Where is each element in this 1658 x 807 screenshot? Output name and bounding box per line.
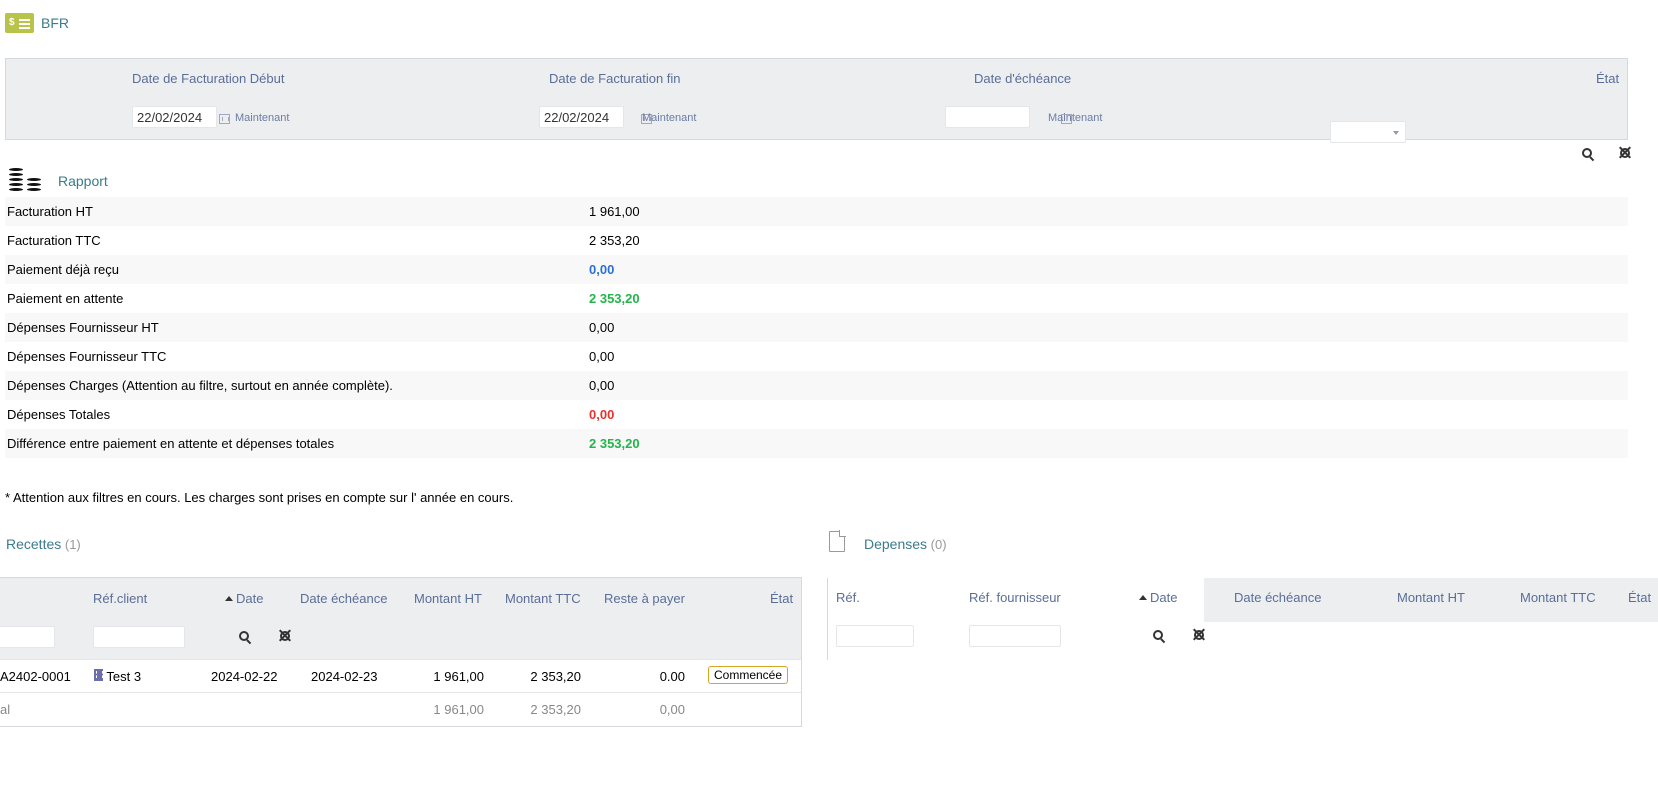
invoice-montant-ttc: 2 353,20 bbox=[530, 669, 581, 684]
money-bill-icon: $ bbox=[5, 13, 34, 33]
clear-filter-icon[interactable] bbox=[1192, 628, 1205, 641]
date-fin-input[interactable] bbox=[539, 106, 624, 128]
recettes-header: Recettes (1) bbox=[6, 536, 81, 552]
report-label: Paiement en attente bbox=[7, 291, 124, 306]
report-row: Paiement en attente 2 353,20 bbox=[5, 284, 1628, 313]
rapport-title: Rapport bbox=[58, 173, 108, 189]
report-row: Dépenses Fournisseur HT 0,00 bbox=[5, 313, 1628, 342]
report-row: Dépenses Fournisseur TTC 0,00 bbox=[5, 342, 1628, 371]
report-row: Dépenses Charges (Attention au filtre, s… bbox=[5, 371, 1628, 400]
col-ref[interactable]: Réf. bbox=[836, 590, 860, 605]
report-row: Paiement déjà reçu 0,00 bbox=[5, 255, 1628, 284]
report-value: 2 353,20 bbox=[589, 291, 640, 306]
ref-client-filter-input[interactable] bbox=[93, 626, 185, 648]
date-debut-input[interactable] bbox=[132, 106, 217, 128]
report-value: 0,00 bbox=[589, 378, 615, 393]
filter-etat-label: État bbox=[1596, 71, 1620, 86]
report-value: 2 353,20 bbox=[589, 436, 640, 451]
depenses-table-head: Réf. Réf. fournisseur Date Date échéance… bbox=[827, 578, 1658, 660]
report-label: Dépenses Fournisseur TTC bbox=[7, 349, 167, 364]
report-value: 0,00 bbox=[589, 349, 615, 364]
search-icon[interactable] bbox=[1582, 148, 1594, 160]
report-value: 2 353,20 bbox=[589, 233, 640, 248]
clear-filter-icon[interactable] bbox=[278, 629, 291, 642]
filter-date-echeance-label: Date d'échéance bbox=[974, 71, 1072, 86]
filter-note: * Attention aux filtres en cours. Les ch… bbox=[5, 490, 514, 505]
ref-filter-input[interactable] bbox=[0, 626, 55, 648]
depenses-header: Depenses (0) bbox=[864, 536, 947, 552]
col-date-echeance[interactable]: Date échéance bbox=[300, 591, 387, 606]
col-montant-ttc[interactable]: Montant TTC bbox=[1520, 590, 1596, 605]
search-icon[interactable] bbox=[1153, 630, 1165, 642]
report-label: Différence entre paiement en attente et … bbox=[7, 436, 335, 451]
col-reste-a-payer[interactable]: Reste à payer bbox=[604, 591, 685, 606]
invoice-reste: 0.00 bbox=[659, 669, 685, 684]
total-ht: 1 961,00 bbox=[433, 702, 484, 717]
recettes-table-head: Réf.client Date Date échéance Montant HT… bbox=[0, 577, 801, 659]
sort-asc-icon bbox=[225, 596, 233, 601]
filter-panel: Date de Facturation Début Date de Factur… bbox=[5, 58, 1631, 159]
col-montant-ht[interactable]: Montant HT bbox=[414, 591, 482, 606]
clear-filter-icon[interactable] bbox=[1618, 146, 1631, 159]
depenses-title[interactable]: Depenses bbox=[864, 536, 927, 552]
total-row: al 1 961,00 2 353,20 0,00 bbox=[0, 692, 801, 725]
ref-fournisseur-filter-input[interactable] bbox=[969, 625, 1061, 647]
total-reste: 0,00 bbox=[659, 702, 685, 717]
search-icon[interactable] bbox=[239, 631, 251, 643]
report-label: Dépenses Charges (Attention au filtre, s… bbox=[7, 378, 393, 393]
total-ttc: 2 353,20 bbox=[530, 702, 581, 717]
invoice-date: 2024-02-22 bbox=[211, 669, 278, 684]
depenses-count: (0) bbox=[930, 537, 947, 552]
report-label: Paiement déjà reçu bbox=[7, 262, 120, 277]
recettes-title[interactable]: Recettes bbox=[6, 536, 61, 552]
date-echeance-now-link[interactable]: Maintenant bbox=[1048, 112, 1102, 124]
building-icon bbox=[94, 669, 103, 681]
filter-date-fin-label: Date de Facturation fin bbox=[549, 71, 681, 86]
report-value: 0,00 bbox=[589, 407, 615, 422]
calendar-icon[interactable] bbox=[219, 114, 230, 124]
report-row: Facturation HT 1 961,00 bbox=[5, 197, 1628, 226]
report-value: 0,00 bbox=[589, 262, 615, 277]
col-etat[interactable]: État bbox=[770, 591, 793, 606]
report-label: Facturation TTC bbox=[7, 233, 101, 248]
ref-filter-input[interactable] bbox=[836, 625, 914, 647]
recettes-count: (1) bbox=[64, 537, 81, 552]
date-debut-now-link[interactable]: Maintenant bbox=[235, 112, 289, 124]
col-date-echeance[interactable]: Date échéance bbox=[1234, 590, 1321, 605]
invoice-montant-ht: 1 961,00 bbox=[433, 669, 484, 684]
coins-icon bbox=[8, 167, 44, 195]
report-row: Facturation TTC 2 353,20 bbox=[5, 226, 1628, 255]
recettes-table: Réf.client Date Date échéance Montant HT… bbox=[0, 577, 802, 727]
client-link[interactable]: Test 3 bbox=[94, 669, 141, 684]
sort-asc-icon bbox=[1139, 595, 1147, 600]
report-row: Dépenses Totales 0,00 bbox=[5, 400, 1628, 429]
report-row: Différence entre paiement en attente et … bbox=[5, 429, 1628, 458]
chevron-down-icon bbox=[1393, 131, 1399, 135]
rapport-header: Rapport bbox=[8, 167, 108, 195]
col-etat[interactable]: État bbox=[1628, 590, 1651, 605]
status-badge: Commencée bbox=[708, 666, 789, 684]
col-date[interactable]: Date bbox=[1139, 590, 1177, 605]
page-header: $ BFR bbox=[5, 13, 69, 33]
report-value: 1 961,00 bbox=[589, 204, 640, 219]
col-montant-ttc[interactable]: Montant TTC bbox=[505, 591, 581, 606]
report-value: 0,00 bbox=[589, 320, 615, 335]
total-label: al bbox=[0, 702, 11, 717]
report-label: Facturation HT bbox=[7, 204, 93, 219]
page-title: BFR bbox=[41, 15, 69, 31]
invoice-echeance: 2024-02-23 bbox=[311, 669, 378, 684]
col-ref-client[interactable]: Réf.client bbox=[93, 591, 147, 606]
date-echeance-input[interactable] bbox=[945, 106, 1030, 128]
report-label: Dépenses Totales bbox=[7, 407, 111, 422]
col-date[interactable]: Date bbox=[225, 591, 263, 606]
col-ref-fournisseur[interactable]: Réf. fournisseur bbox=[969, 590, 1061, 605]
filter-date-debut-label: Date de Facturation Début bbox=[132, 71, 285, 86]
report-label: Dépenses Fournisseur HT bbox=[7, 320, 159, 335]
invoice-ref[interactable]: A2402-0001 bbox=[0, 669, 71, 684]
etat-select[interactable] bbox=[1330, 121, 1406, 143]
file-icon bbox=[829, 530, 846, 552]
date-fin-now-link[interactable]: Maintenant bbox=[642, 112, 696, 124]
table-row[interactable]: A2402-0001 Test 3 2024-02-22 2024-02-23 … bbox=[0, 659, 801, 692]
col-montant-ht[interactable]: Montant HT bbox=[1397, 590, 1465, 605]
